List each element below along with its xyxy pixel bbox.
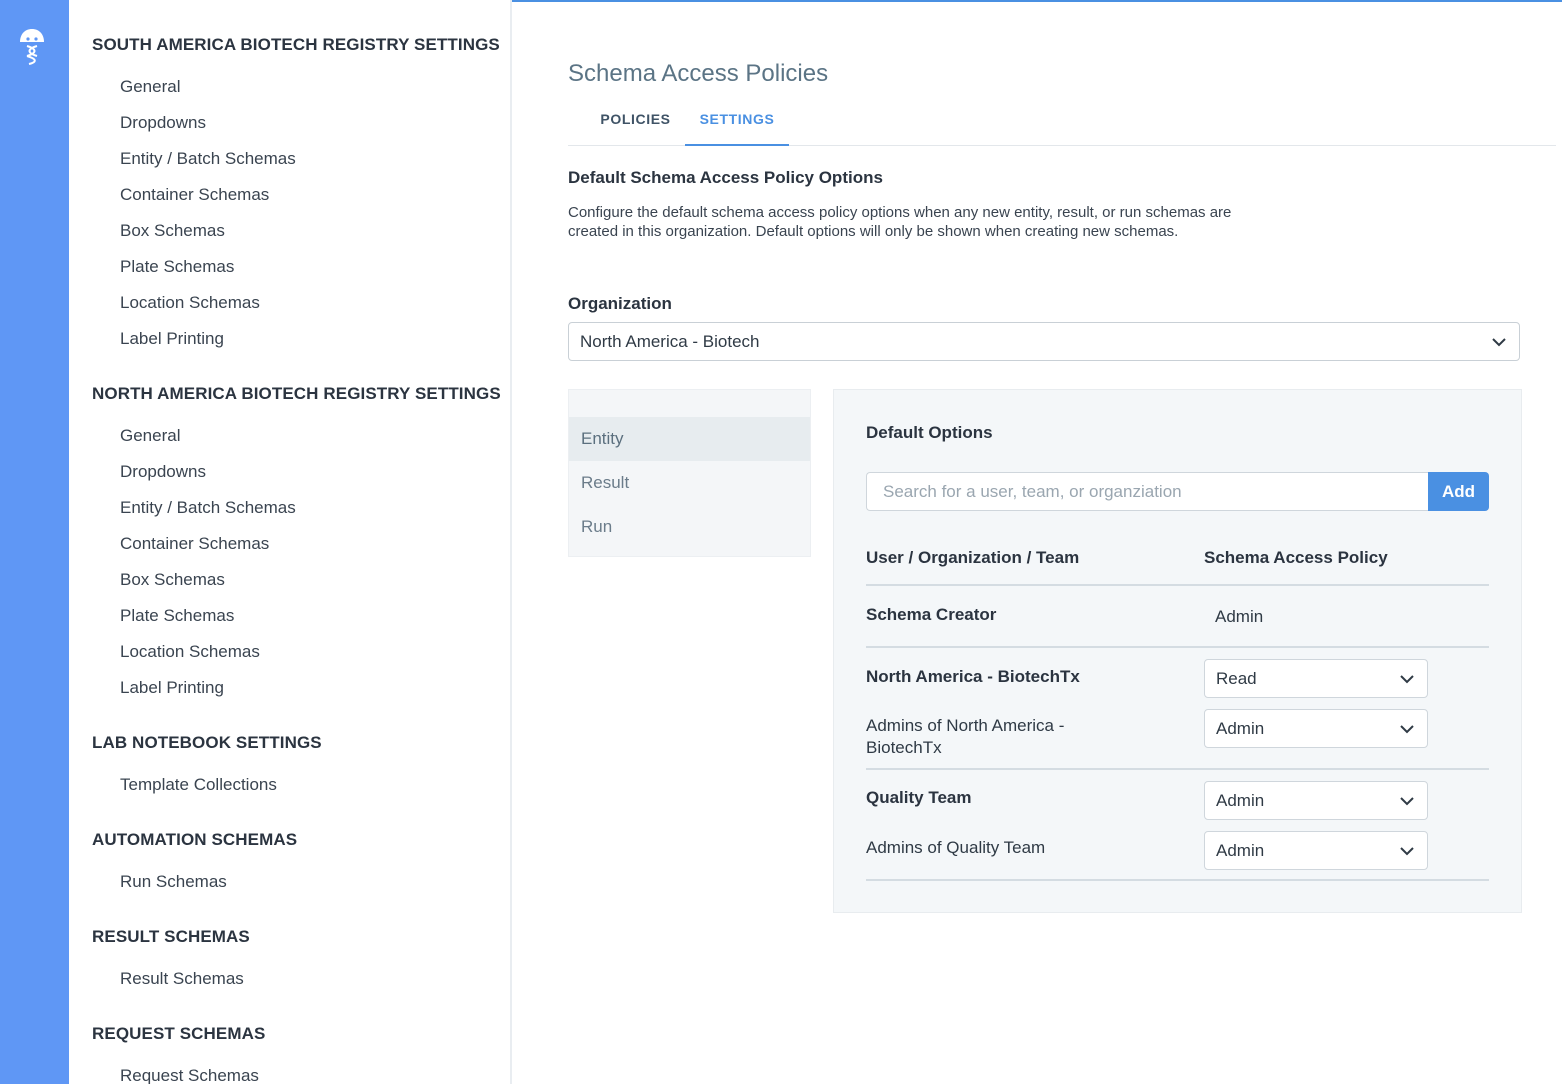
chevron-down-icon <box>1400 725 1414 734</box>
policy-select[interactable]: Admin <box>1204 709 1428 748</box>
sidebar-item-box-schemas[interactable]: Box Schemas <box>92 562 501 598</box>
row-name-north-america-biotechtx: North America - BiotechTx <box>866 667 1080 686</box>
sidebar-item-plate-schemas[interactable]: Plate Schemas <box>92 249 500 285</box>
sidebar-section-result-schemas: RESULT SCHEMAS Result Schemas <box>92 925 250 997</box>
sidebar-section-title: RESULT SCHEMAS <box>92 927 250 946</box>
schema-type-list: Entity Result Run <box>568 389 811 557</box>
sidebar-section-title: LAB NOTEBOOK SETTINGS <box>92 733 322 752</box>
sidebar-item-template-collections[interactable]: Template Collections <box>92 767 322 803</box>
sidebar-item-general[interactable]: General <box>92 69 500 105</box>
schema-type-result[interactable]: Result <box>569 461 810 505</box>
policy-select-value: Admin <box>1216 841 1265 860</box>
row-name-schema-creator: Schema Creator <box>866 605 997 624</box>
row-name-quality-team: Quality Team <box>866 788 972 807</box>
sidebar-item-box-schemas[interactable]: Box Schemas <box>92 213 500 249</box>
schema-type-entity[interactable]: Entity <box>569 417 810 461</box>
divider <box>866 584 1489 586</box>
settings-sidebar: SOUTH AMERICA BIOTECH REGISTRY SETTINGS … <box>69 0 512 1084</box>
benchling-logo-icon[interactable] <box>16 26 48 66</box>
section-heading: Default Schema Access Policy Options <box>568 168 883 187</box>
divider <box>866 768 1489 770</box>
tab-policies[interactable]: POLICIES <box>588 100 683 146</box>
divider <box>866 879 1489 881</box>
section-description: Configure the default schema access poli… <box>568 204 1232 240</box>
sidebar-section-south-america: SOUTH AMERICA BIOTECH REGISTRY SETTINGS … <box>92 33 500 357</box>
sidebar-item-label-printing[interactable]: Label Printing <box>92 321 500 357</box>
sidebar-item-dropdowns[interactable]: Dropdowns <box>92 454 501 490</box>
sidebar-section-request-schemas: REQUEST SCHEMAS Request Schemas <box>92 1022 265 1084</box>
row-policy-static: Admin <box>1215 607 1264 626</box>
sidebar-item-location-schemas[interactable]: Location Schemas <box>92 285 500 321</box>
add-button[interactable]: Add <box>1428 472 1489 511</box>
chevron-down-icon <box>1492 338 1506 347</box>
organization-label: Organization <box>568 294 672 313</box>
page-title: Schema Access Policies <box>568 60 829 87</box>
schema-type-run[interactable]: Run <box>569 505 810 549</box>
sidebar-item-container-schemas[interactable]: Container Schemas <box>92 526 501 562</box>
chevron-down-icon <box>1400 797 1414 806</box>
sidebar-section-automation-schemas: AUTOMATION SCHEMAS Run Schemas <box>92 828 297 900</box>
sidebar-item-entity-batch-schemas[interactable]: Entity / Batch Schemas <box>92 141 500 177</box>
sidebar-item-general[interactable]: General <box>92 418 501 454</box>
policy-select-value: Admin <box>1216 719 1265 738</box>
organization-select-value: North America - Biotech <box>580 332 760 351</box>
sidebar-section-title: REQUEST SCHEMAS <box>92 1024 266 1043</box>
sidebar-item-entity-batch-schemas[interactable]: Entity / Batch Schemas <box>92 490 501 526</box>
sidebar-item-label-printing[interactable]: Label Printing <box>92 670 501 706</box>
sidebar-section-lab-notebook: LAB NOTEBOOK SETTINGS Template Collectio… <box>92 731 322 803</box>
policy-select[interactable]: Read <box>1204 659 1428 698</box>
column-header-who: User / Organization / Team <box>866 548 1080 567</box>
sidebar-section-title: SOUTH AMERICA BIOTECH REGISTRY SETTINGS <box>92 35 500 54</box>
sidebar-item-result-schemas[interactable]: Result Schemas <box>92 961 250 997</box>
organization-select[interactable]: North America - Biotech <box>568 322 1520 361</box>
sidebar-item-dropdowns[interactable]: Dropdowns <box>92 105 500 141</box>
sidebar-section-north-america: NORTH AMERICA BIOTECH REGISTRY SETTINGS … <box>92 382 501 706</box>
policy-select-value: Admin <box>1216 791 1265 810</box>
sidebar-section-title: NORTH AMERICA BIOTECH REGISTRY SETTINGS <box>92 384 501 403</box>
app-rail <box>0 0 69 1084</box>
tab-bar: POLICIES SETTINGS <box>568 100 1556 146</box>
divider <box>866 646 1489 648</box>
sidebar-item-container-schemas[interactable]: Container Schemas <box>92 177 500 213</box>
search-input[interactable]: Search for a user, team, or organziation <box>866 472 1428 511</box>
search-placeholder: Search for a user, team, or organziation <box>883 482 1182 501</box>
sidebar-item-run-schemas[interactable]: Run Schemas <box>92 864 297 900</box>
policy-select[interactable]: Admin <box>1204 831 1428 870</box>
policy-select[interactable]: Admin <box>1204 781 1428 820</box>
sidebar-section-title: AUTOMATION SCHEMAS <box>92 830 298 849</box>
row-name-admins-quality-team: Admins of Quality Team <box>866 838 1046 857</box>
default-options-panel: Default Options Search for a user, team,… <box>833 389 1522 913</box>
sidebar-item-request-schemas[interactable]: Request Schemas <box>92 1058 265 1084</box>
default-options-title: Default Options <box>866 423 993 442</box>
sidebar-item-plate-schemas[interactable]: Plate Schemas <box>92 598 501 634</box>
column-header-policy: Schema Access Policy <box>1204 548 1388 567</box>
tab-settings[interactable]: SETTINGS <box>685 100 789 146</box>
sidebar-item-location-schemas[interactable]: Location Schemas <box>92 634 501 670</box>
row-name-admins-north-america-biotechtx: Admins of North America - BiotechTx <box>866 716 1065 757</box>
chevron-down-icon <box>1400 847 1414 856</box>
chevron-down-icon <box>1400 675 1414 684</box>
policy-select-value: Read <box>1216 669 1257 688</box>
